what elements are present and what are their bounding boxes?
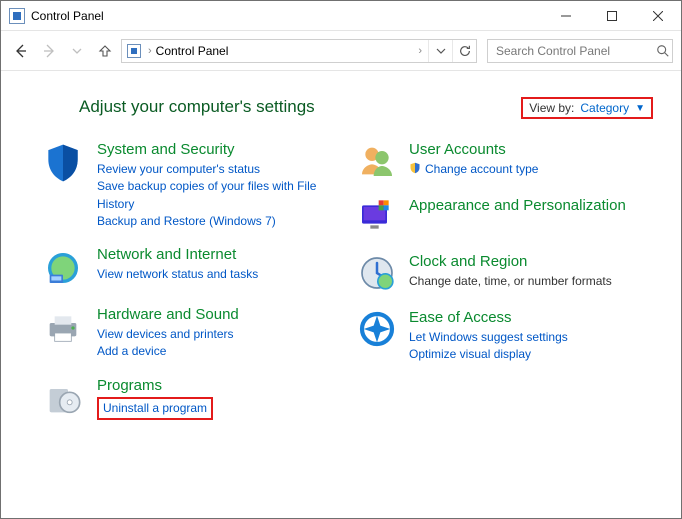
category-title[interactable]: System and Security (97, 141, 337, 160)
shield-icon (409, 162, 421, 177)
search-icon (653, 44, 672, 58)
back-button[interactable] (9, 39, 33, 63)
view-by-control[interactable]: View by: Category ▼ (521, 97, 653, 119)
category-title[interactable]: Network and Internet (97, 246, 258, 265)
category-link[interactable]: Change date, time, or number formats (409, 273, 612, 290)
category-user-accounts: User Accounts Change account type (357, 141, 653, 181)
category-link[interactable]: View devices and printers (97, 326, 239, 343)
category-title[interactable]: User Accounts (409, 141, 538, 160)
ease-of-access-icon (357, 309, 397, 349)
close-button[interactable] (635, 1, 681, 30)
globe-icon (41, 246, 85, 290)
forward-button[interactable] (37, 39, 61, 63)
clock-globe-icon (357, 253, 397, 293)
category-title[interactable]: Ease of Access (409, 309, 568, 328)
window-title: Control Panel (31, 9, 104, 23)
category-clock-region: Clock and Region Change date, time, or n… (357, 253, 653, 293)
up-button[interactable] (93, 39, 117, 63)
users-icon (357, 141, 397, 181)
chevron-down-icon: ▼ (635, 103, 645, 114)
uninstall-program-link[interactable]: Uninstall a program (103, 401, 207, 415)
category-link[interactable]: Add a device (97, 343, 239, 360)
category-link[interactable]: Save backup copies of your files with Fi… (97, 178, 337, 213)
search-input[interactable] (494, 43, 653, 59)
recent-locations-button[interactable] (65, 39, 89, 63)
category-link[interactable]: View network status and tasks (97, 266, 258, 283)
control-panel-icon (122, 40, 146, 62)
category-system-security: System and Security Review your computer… (41, 141, 337, 230)
address-bar[interactable]: › Control Panel › (121, 39, 477, 63)
category-network-internet: Network and Internet View network status… (41, 246, 337, 290)
category-appearance-personalization: Appearance and Personalization (357, 197, 653, 237)
category-link[interactable]: Let Windows suggest settings (409, 329, 568, 346)
control-panel-icon (9, 8, 25, 24)
category-link[interactable]: Change account type (425, 161, 538, 178)
view-by-value: Category (580, 101, 629, 115)
category-title[interactable]: Clock and Region (409, 253, 612, 272)
page-title: Adjust your computer's settings (41, 97, 315, 117)
category-title[interactable]: Programs (97, 377, 213, 396)
monitor-swatch-icon (357, 197, 397, 237)
category-hardware-sound: Hardware and Sound View devices and prin… (41, 306, 337, 361)
navbar: › Control Panel › (1, 31, 681, 71)
breadcrumb[interactable]: Control Panel (154, 44, 417, 58)
shield-icon (41, 141, 85, 185)
search-box[interactable] (487, 39, 673, 63)
chevron-right-icon: › (146, 45, 154, 57)
category-ease-of-access: Ease of Access Let Windows suggest setti… (357, 309, 653, 364)
refresh-button[interactable] (452, 40, 476, 62)
content-area: Adjust your computer's settings View by:… (1, 71, 681, 518)
disc-box-icon (41, 377, 85, 421)
window: Control Panel (0, 0, 682, 519)
chevron-right-icon: › (416, 45, 428, 57)
category-title[interactable]: Appearance and Personalization (409, 197, 626, 216)
category-link[interactable]: Optimize visual display (409, 346, 568, 363)
category-link[interactable]: Backup and Restore (Windows 7) (97, 213, 337, 230)
maximize-button[interactable] (589, 1, 635, 30)
titlebar: Control Panel (1, 1, 681, 31)
minimize-button[interactable] (543, 1, 589, 30)
view-by-label: View by: (529, 101, 574, 115)
address-dropdown-button[interactable] (428, 40, 452, 62)
printer-icon (41, 306, 85, 350)
category-programs: Programs Uninstall a program (41, 377, 337, 421)
category-title[interactable]: Hardware and Sound (97, 306, 239, 325)
category-link[interactable]: Review your computer's status (97, 161, 337, 178)
